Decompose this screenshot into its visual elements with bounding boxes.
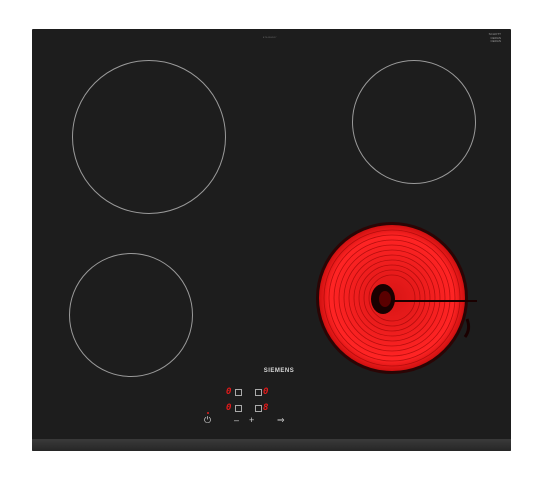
power-button[interactable]: ⏻ — [204, 416, 211, 425]
zone-back-right-ring — [352, 60, 476, 184]
front-left-level-display: 0 — [226, 403, 232, 413]
next-zone-button[interactable]: ⇒ — [277, 416, 285, 425]
minus-button[interactable]: – — [234, 416, 239, 425]
model-label: ET645HN17 — [263, 37, 277, 39]
schott-logo-line-3: CERAN — [490, 39, 501, 44]
zone-front-right-heating — [316, 222, 477, 374]
back-left-zone-icon[interactable] — [235, 389, 242, 396]
plus-button[interactable]: + — [249, 416, 254, 425]
back-left-level-display: 0 — [226, 387, 232, 397]
zone-front-left-ring — [69, 253, 193, 377]
zone-back-left-ring — [72, 60, 226, 214]
cooktop-glass: ET645HN17 SCHOTT CERAN CERAN SIEMENS 0 0… — [32, 29, 511, 451]
schott-ceran-logo: SCHOTT CERAN CERAN — [479, 32, 501, 44]
back-right-level-display: 0 — [263, 387, 269, 397]
front-right-level-display: 8 — [263, 403, 269, 413]
brand-logo: SIEMENS — [263, 368, 295, 374]
front-right-zone-icon[interactable] — [255, 405, 262, 412]
power-indicator-light — [207, 412, 209, 414]
back-right-zone-icon[interactable] — [255, 389, 262, 396]
front-edge — [32, 439, 511, 451]
front-left-zone-icon[interactable] — [235, 405, 242, 412]
